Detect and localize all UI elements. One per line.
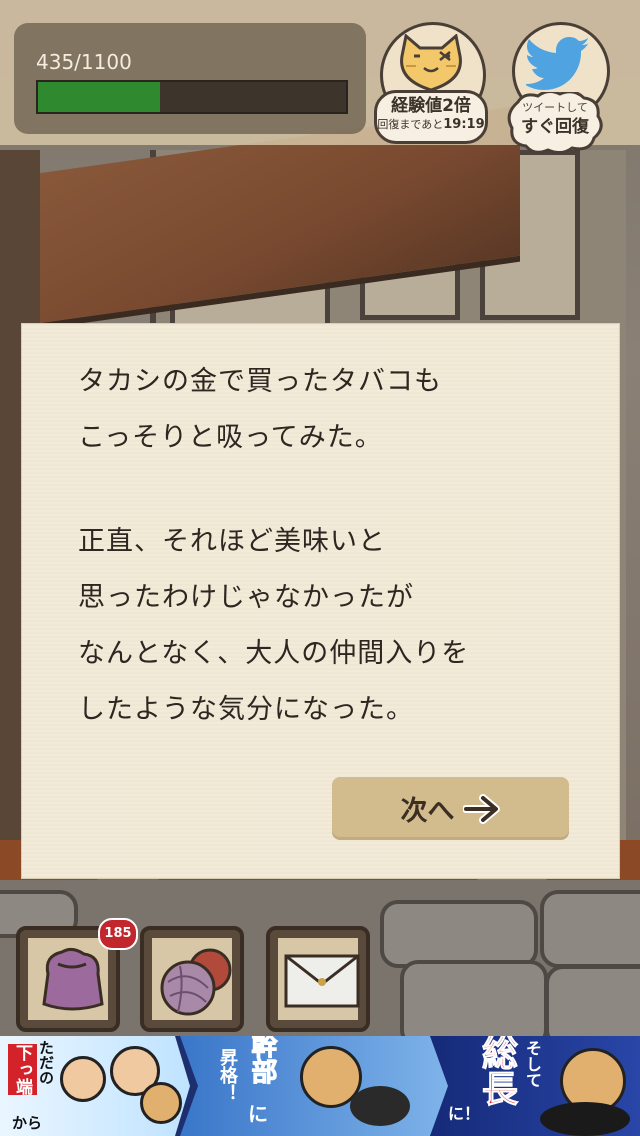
bag-count-badge: 185 [98, 918, 138, 950]
xp-progress-bar [36, 80, 348, 114]
story-text: タカシの金で買ったタバコも こっそりと吸ってみた。 正直、それほど美味いと 思っ… [78, 354, 598, 738]
arrow-right-icon [462, 793, 500, 824]
ad-text: そして [523, 1040, 542, 1088]
story-line: 思ったわけじゃなかったが [78, 582, 414, 613]
motorcycle-illustration [350, 1086, 410, 1126]
story-line-blank [78, 466, 598, 514]
status-bar: 435/1100 経験値2倍 回復まであと19:19 ツイートして すぐ回復 [0, 0, 640, 155]
character-illustration [60, 1056, 106, 1102]
tweet-big-label: すぐ回復 [521, 117, 589, 137]
bag-icon [42, 947, 104, 1011]
countdown-time: 19:19 [443, 117, 485, 132]
tweet-small-label: ツイートして [522, 101, 588, 114]
ad-text: から [12, 1114, 43, 1132]
character-illustration [140, 1082, 182, 1124]
ad-text: に [248, 1102, 268, 1126]
twitter-bird-icon [526, 37, 590, 90]
story-line: したような気分になった。 [78, 694, 414, 725]
ad-text: ただの [37, 1040, 55, 1085]
double-xp-button[interactable]: 経験値2倍 回復まであと19:19 [374, 22, 488, 144]
ad-banner[interactable]: ただの 下っ端 から 幹部 に 昇格！ そして 総長 に！ [0, 1036, 640, 1136]
motorcycle-illustration [540, 1102, 630, 1136]
ad-text: 幹部 [247, 1036, 278, 1085]
story-dialog: タカシの金で買ったタバコも こっそりと吸ってみた。 正直、それほど美味いと 思っ… [22, 324, 619, 878]
next-label: 次へ [400, 796, 455, 827]
ad-text: 昇格！ [217, 1048, 238, 1102]
ad-text: 下っ端 [8, 1044, 37, 1095]
yarn-icon [160, 948, 232, 1016]
story-line: こっそりと吸ってみた。 [78, 422, 383, 453]
story-line: タカシの金で買ったタバコも [78, 366, 442, 397]
ad-text: に！ [448, 1104, 481, 1123]
letter-item-button[interactable] [266, 926, 370, 1032]
countdown-label: 回復まであと [377, 118, 444, 131]
letter-icon [284, 954, 360, 1008]
next-button[interactable]: 次へ [332, 777, 569, 840]
ad-text: 総長 [476, 1036, 518, 1107]
xp-counter: 435/1100 [36, 50, 132, 74]
story-line: 正直、それほど美味いと [78, 526, 386, 557]
double-xp-label: 経験値2倍 [391, 96, 471, 116]
yarn-item-button[interactable] [140, 926, 244, 1032]
cat-face-icon [400, 34, 462, 92]
xp-panel [14, 23, 366, 134]
xp-progress-fill [38, 82, 160, 112]
tweet-recover-button[interactable]: ツイートして すぐ回復 [500, 22, 610, 155]
story-line: なんとなく、大人の仲間入りを [78, 638, 470, 669]
